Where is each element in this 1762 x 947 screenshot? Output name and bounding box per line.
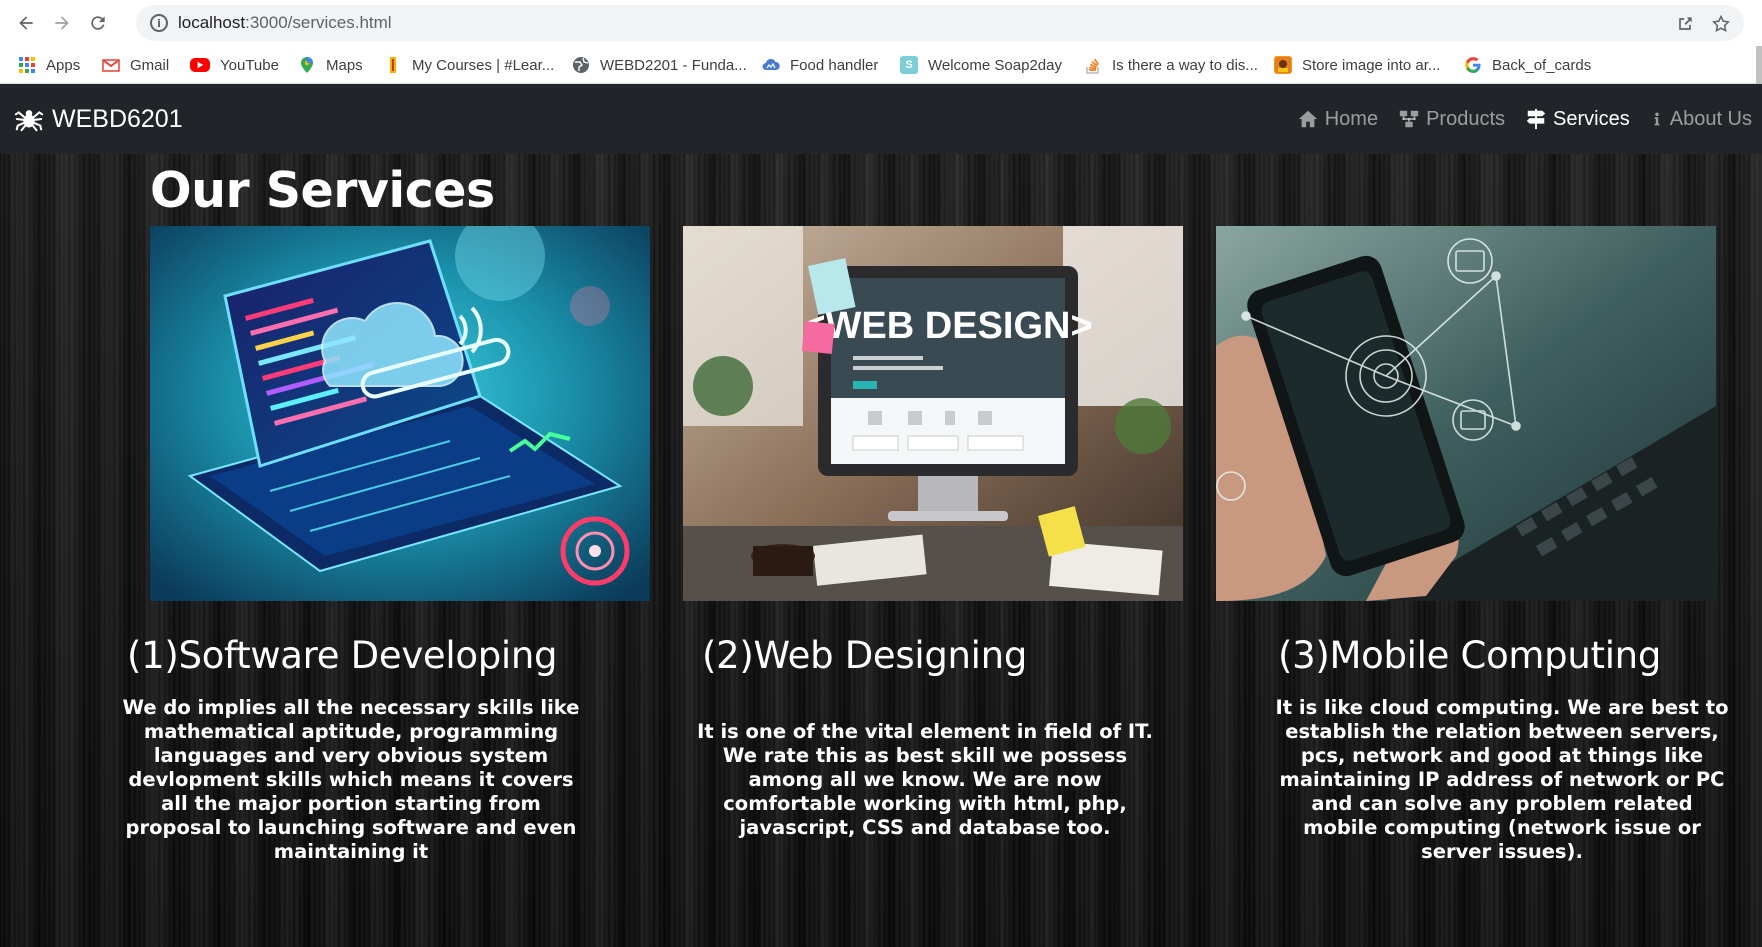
products-icon	[1399, 110, 1419, 128]
apps-grid-icon	[18, 56, 36, 74]
bookmarks-bar: Apps Gmail YouTube Maps My Courses | #Le…	[0, 46, 1762, 84]
bookmark-back-of-cards[interactable]: Back_of_cards	[1464, 54, 1591, 76]
bookmark-food-handler[interactable]: Food handler	[762, 54, 878, 76]
bookmark-label: Welcome Soap2day	[928, 56, 1062, 74]
back-icon[interactable]	[12, 9, 40, 37]
card-text-web: It is one of the vital element in field …	[697, 720, 1153, 839]
stackoverflow-icon	[1084, 56, 1102, 74]
bookmark-stackoverflow[interactable]: Is there a way to dis...	[1084, 54, 1258, 76]
bookmark-star-icon[interactable]	[1710, 13, 1732, 35]
cloud-icon	[762, 56, 780, 74]
phone-network-image	[1216, 226, 1716, 601]
bookmark-label: Maps	[326, 56, 363, 74]
maps-pin-icon	[298, 56, 316, 74]
gmail-icon	[102, 56, 120, 74]
bookmark-maps[interactable]: Maps	[298, 54, 363, 76]
web-design-monitor-image: <WEB DESIGN>	[683, 226, 1183, 601]
brand-text: WEBD6201	[52, 104, 183, 133]
url-path: :3000/services.html	[245, 13, 392, 32]
laptop-cloud-image	[150, 226, 650, 601]
bookmark-label: Back_of_cards	[1492, 56, 1592, 74]
web-design-caption: <WEB DESIGN>	[803, 305, 1092, 347]
nav-label: Home	[1324, 107, 1379, 130]
card-text-software: We do implies all the necessary skills l…	[122, 696, 580, 863]
youtube-icon	[190, 58, 210, 72]
bookmark-label: My Courses | #Lear...	[412, 56, 555, 74]
forward-icon[interactable]	[48, 9, 76, 37]
card-heading-web: (2)Web Designing	[702, 634, 1028, 677]
info-icon	[1654, 112, 1660, 126]
services-icon	[1526, 108, 1546, 130]
google-icon	[1464, 56, 1482, 74]
site-info-icon[interactable]: i	[150, 14, 168, 32]
bookmark-label: Apps	[46, 56, 81, 74]
page-title: Our Services	[150, 162, 495, 219]
bookmark-apps[interactable]: Apps	[18, 54, 80, 76]
bookmark-store-image[interactable]: Store image into ar...	[1274, 54, 1440, 76]
nav-about-us[interactable]: About Us	[1650, 108, 1752, 131]
bookmark-label: YouTube	[220, 56, 279, 74]
nav-home[interactable]: Home	[1297, 108, 1378, 131]
brand-link[interactable]: WEBD6201	[14, 103, 183, 135]
bookmark-youtube[interactable]: YouTube	[190, 54, 279, 76]
card-heading-mobile: (3)Mobile Computing	[1278, 634, 1662, 677]
url-host: localhost	[178, 13, 246, 32]
nav-products[interactable]: Products	[1398, 108, 1505, 131]
store-icon	[1274, 56, 1292, 74]
url-text[interactable]: localhost:3000/services.html	[178, 13, 392, 33]
nav-services[interactable]: Services	[1525, 108, 1630, 131]
services-section: Our Services <WEB DESIGN> (1)Software De…	[0, 154, 1762, 947]
spider-icon	[14, 110, 44, 132]
nav-label: Products	[1426, 107, 1506, 130]
main-menu: Home Products Services About Us	[1297, 84, 1762, 154]
bookmark-label: Is there a way to dis...	[1112, 56, 1258, 74]
bookmark-my-courses[interactable]: My Courses | #Lear...	[384, 54, 554, 76]
reload-icon[interactable]	[84, 9, 112, 37]
bookmark-gmail[interactable]: Gmail	[102, 54, 169, 76]
bookmark-label: Gmail	[130, 56, 170, 74]
bookmark-label: WEBD2201 - Funda...	[600, 56, 747, 74]
bookmark-webd2201[interactable]: WEBD2201 - Funda...	[572, 54, 747, 76]
courses-icon	[384, 56, 402, 74]
bookmark-label: Food handler	[790, 56, 879, 74]
home-icon	[1298, 110, 1317, 128]
bookmark-soap2day[interactable]: S Welcome Soap2day	[900, 54, 1062, 76]
nav-label: About Us	[1669, 107, 1752, 130]
site-navbar: WEBD6201 Home Products Services About Us	[0, 84, 1762, 154]
card-heading-software: (1)Software Developing	[127, 634, 558, 677]
scrollbar[interactable]	[1756, 46, 1762, 86]
s-icon: S	[900, 56, 918, 74]
nav-label: Services	[1553, 107, 1630, 130]
browser-toolbar: i localhost:3000/services.html	[0, 0, 1762, 46]
bookmark-label: Store image into ar...	[1302, 56, 1441, 74]
share-icon[interactable]	[1674, 13, 1696, 35]
address-bar[interactable]: i localhost:3000/services.html	[136, 5, 1744, 41]
globe-icon	[572, 56, 590, 74]
card-text-mobile: It is like cloud computing. We are best …	[1275, 696, 1729, 863]
